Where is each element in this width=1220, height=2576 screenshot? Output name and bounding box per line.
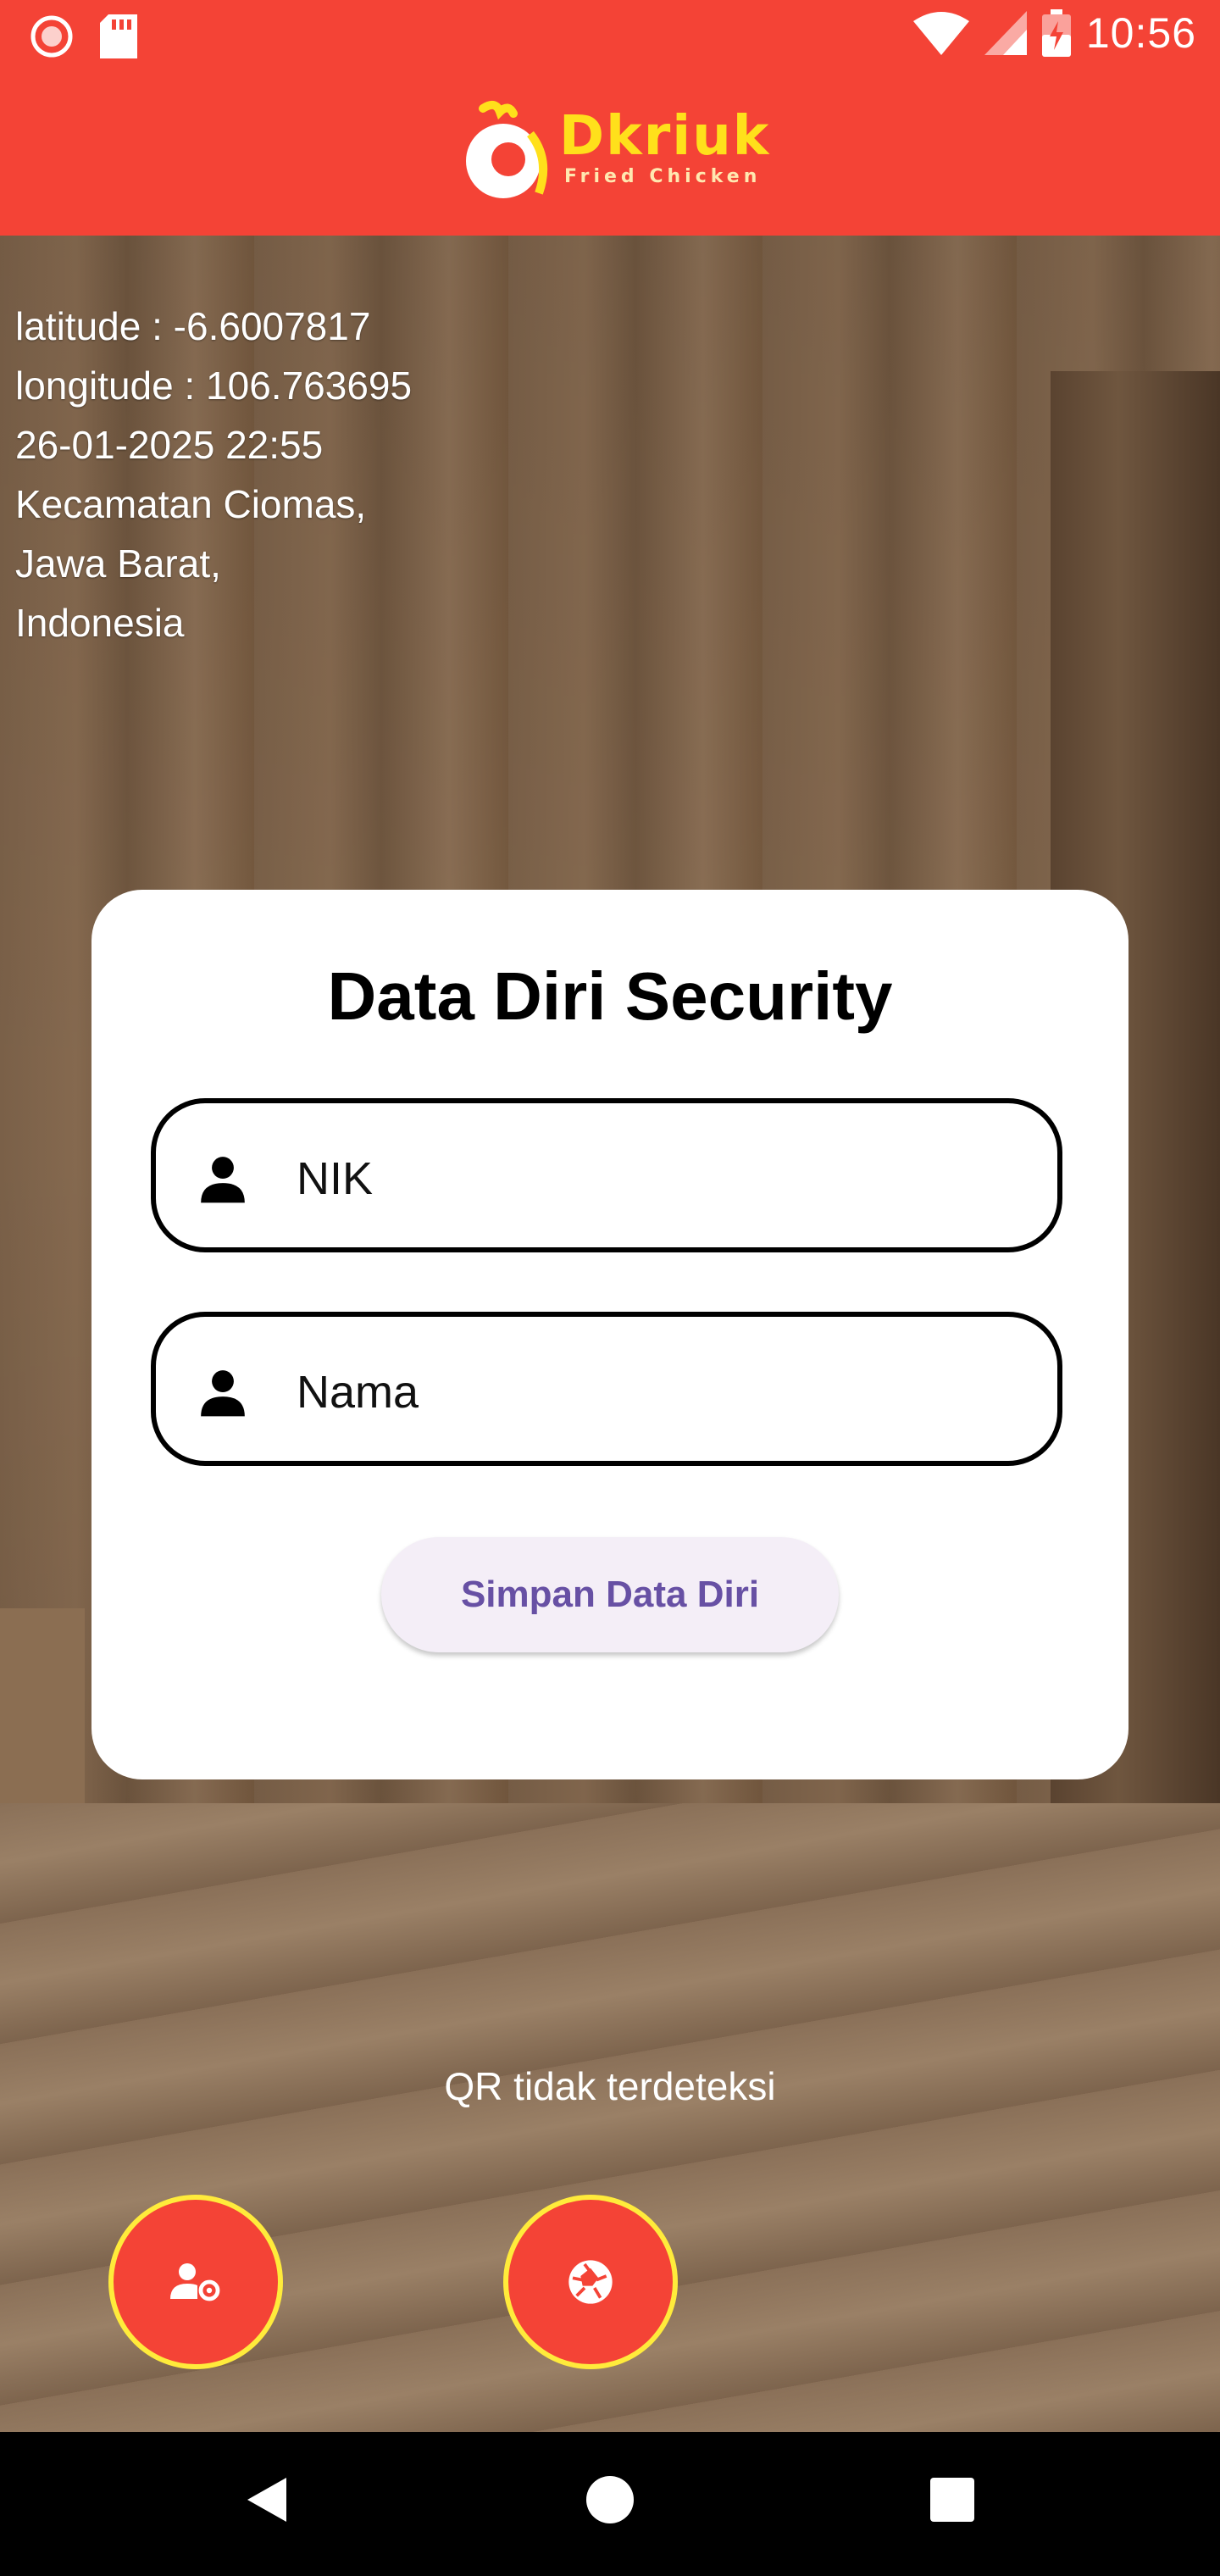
country-text: Indonesia — [15, 601, 185, 645]
record-icon — [30, 15, 73, 58]
system-nav-bar — [0, 2432, 1220, 2576]
location-info: latitude : -6.6007817 longitude : 106.76… — [15, 297, 412, 652]
nik-input[interactable] — [295, 1137, 1027, 1220]
user-settings-icon — [170, 2263, 220, 2301]
name-input[interactable] — [295, 1351, 1027, 1434]
person-icon — [201, 1157, 245, 1203]
camera-shutter-icon — [568, 2260, 613, 2304]
province-text: Jawa Barat, — [15, 541, 221, 586]
battery-charging-icon — [1041, 9, 1071, 57]
name-field[interactable] — [151, 1312, 1062, 1466]
logo-text: Dkriuk — [559, 105, 771, 168]
user-settings-button[interactable] — [108, 2195, 283, 2369]
recents-icon[interactable] — [930, 2478, 974, 2522]
signal-icon — [984, 11, 1027, 55]
datetime-text: 26-01-2025 22:55 — [15, 423, 324, 467]
security-form-card: Data Diri Security Simpan Data Diri — [92, 890, 1128, 1779]
sd-card-icon — [100, 14, 137, 58]
latitude-text: latitude : -6.6007817 — [15, 304, 371, 348]
form-title: Data Diri Security — [327, 958, 893, 1034]
app-header: 10:56 Dkriuk Fried Chicken — [0, 0, 1220, 236]
longitude-text: longitude : 106.763695 — [15, 364, 413, 408]
chicken-logo-icon — [466, 100, 548, 198]
district-text: Kecamatan Ciomas, — [15, 482, 367, 526]
qr-status-text: QR tidak terdeteksi — [444, 2064, 776, 2108]
app-logo: Dkriuk Fried Chicken — [458, 100, 768, 208]
person-icon — [201, 1370, 245, 1417]
home-icon[interactable] — [585, 2474, 635, 2525]
capture-button[interactable] — [503, 2195, 678, 2369]
wifi-icon — [912, 12, 969, 55]
back-icon[interactable] — [241, 2474, 291, 2525]
status-time: 10:56 — [1085, 9, 1196, 57]
logo-subtitle: Fried Chicken — [564, 166, 762, 187]
status-bar: 10:56 — [0, 0, 1220, 73]
save-data-button[interactable]: Simpan Data Diri — [381, 1537, 839, 1652]
nik-field[interactable] — [151, 1098, 1062, 1252]
